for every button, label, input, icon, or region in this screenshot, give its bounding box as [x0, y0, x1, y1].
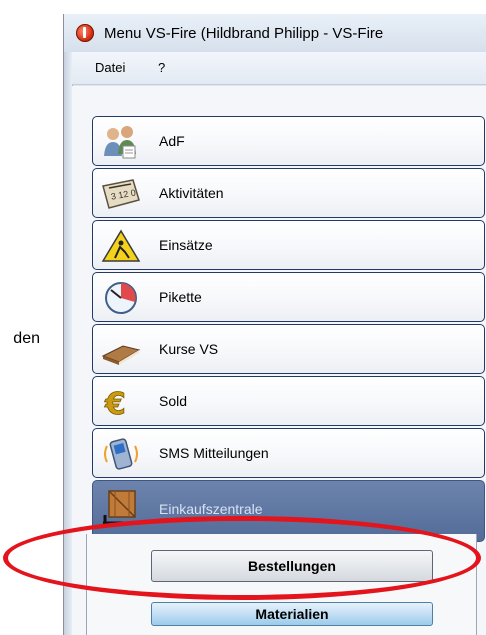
cropped-side-text: den: [13, 330, 40, 347]
nav-button-einkaufszentrale[interactable]: Einkaufszentrale: [92, 480, 485, 542]
mobile-phone-icon: [104, 438, 138, 470]
menu-bar: Datei ?: [72, 52, 486, 85]
window-title: Menu VS-Fire (Hildbrand Philipp - VS-Fir…: [104, 25, 384, 42]
nav-label: Aktivitäten: [159, 185, 224, 201]
book-icon: [101, 345, 141, 365]
nav-button-einsaetze[interactable]: Einsätze: [92, 220, 485, 270]
svg-text:€: €: [104, 387, 126, 420]
app-logo-icon: [76, 24, 94, 42]
nav-label: Einsätze: [159, 237, 213, 253]
nav-label: Sold: [159, 393, 188, 409]
nav-label: AdF: [159, 133, 185, 149]
nav-label: Einkaufszentrale: [159, 501, 263, 517]
nav-label: SMS Mitteilungen: [159, 445, 269, 461]
nav-button-adf[interactable]: AdF: [92, 116, 485, 166]
nav-button-sms[interactable]: SMS Mitteilungen: [92, 428, 485, 478]
menu-datei[interactable]: Datei: [95, 60, 125, 75]
roadwork-sign-icon: [101, 229, 141, 262]
app-window: Menu VS-Fire (Hildbrand Philipp - VS-Fir…: [63, 14, 486, 635]
nav-button-aktivitaeten[interactable]: 3 12 0 Aktivitäten: [92, 168, 485, 218]
materialien-button[interactable]: Materialien: [151, 602, 433, 626]
clock-icon: [105, 282, 137, 314]
title-bar: Menu VS-Fire (Hildbrand Philipp - VS-Fir…: [64, 14, 486, 52]
people-icon: [104, 126, 136, 159]
menu-help[interactable]: ?: [158, 60, 165, 75]
euro-icon: €: [104, 387, 127, 420]
calendar-icon: 3 12 0: [102, 179, 140, 209]
nav-button-sold[interactable]: € Sold: [92, 376, 485, 426]
bestellungen-button[interactable]: Bestellungen: [151, 550, 433, 582]
submenu-panel: Bestellungen Materialien: [86, 534, 477, 635]
nav-button-pikette[interactable]: Pikette: [92, 272, 485, 322]
nav-label: Kurse VS: [159, 341, 219, 357]
shipping-crate-icon: [103, 490, 139, 525]
nav-button-kurse[interactable]: Kurse VS: [92, 324, 485, 374]
nav-label: Pikette: [159, 289, 202, 305]
